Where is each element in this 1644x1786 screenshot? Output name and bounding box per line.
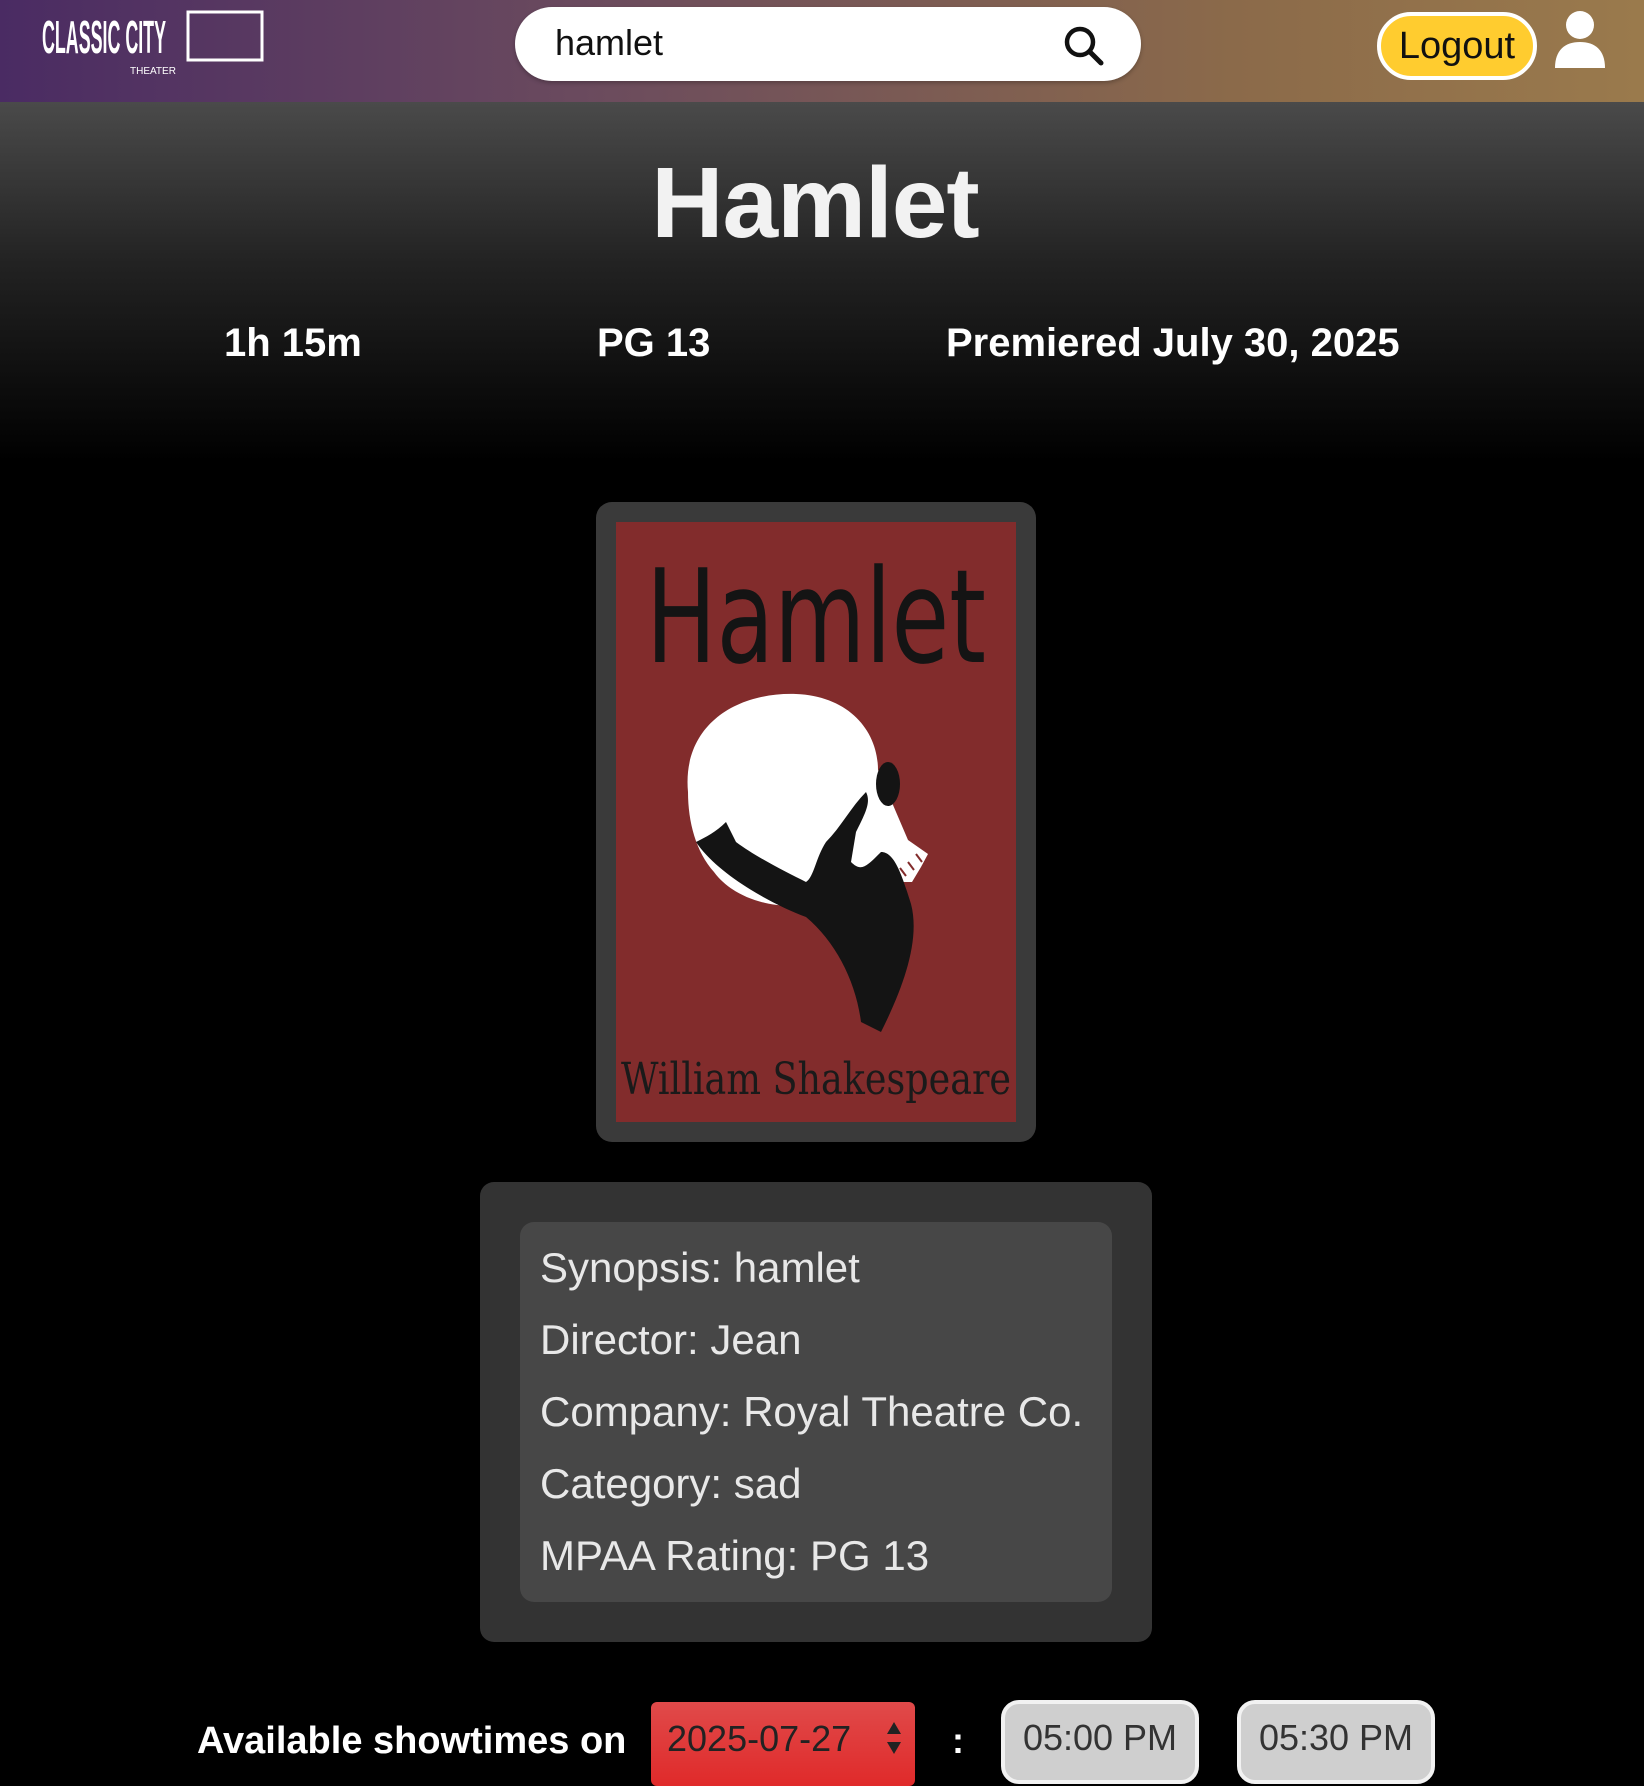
poster-author-text: William Shakespeare (621, 1054, 1011, 1105)
selected-date: 2025-07-27 (667, 1718, 852, 1759)
showtime-button[interactable]: 05:30 PM (1237, 1700, 1435, 1784)
show-poster-image: Hamlet William Shakespeare (616, 522, 1016, 1122)
user-profile-icon[interactable] (1553, 10, 1607, 70)
showtime-date-picker[interactable]: 2025-07-27 (651, 1702, 915, 1786)
show-details-panel: Synopsis: hamlet Director: Jean Company:… (480, 1182, 1152, 1642)
classic-city-logo[interactable]: CLASSIC CITY THEATER (42, 8, 272, 76)
synopsis-text: Synopsis: hamlet (540, 1244, 860, 1291)
director-text: Director: Jean (540, 1316, 802, 1363)
search-input[interactable] (555, 21, 1055, 65)
category-text: Category: sad (540, 1460, 802, 1507)
showtime-separator: : (952, 1720, 964, 1761)
show-premiere-date: Premiered July 30, 2025 (946, 321, 1400, 365)
showtimes-label: Available showtimes on (197, 1720, 627, 1762)
showtime-button[interactable]: 05:00 PM (1001, 1700, 1199, 1784)
search-icon[interactable] (1063, 25, 1105, 67)
search-bar (515, 7, 1141, 81)
poster-title-text: Hamlet (646, 541, 986, 693)
show-details-card: Synopsis: hamlet Director: Jean Company:… (520, 1222, 1112, 1602)
poster-frame: Hamlet William Shakespeare (596, 502, 1036, 1142)
show-rating: PG 13 (597, 321, 711, 365)
mpaa-rating-text: MPAA Rating: PG 13 (540, 1532, 930, 1579)
logo-theater-text: THEATER (130, 66, 176, 76)
show-title: Hamlet (651, 147, 979, 259)
logout-button[interactable]: Logout (1377, 12, 1537, 80)
logo-classic-text: CLASSIC CITY (42, 11, 166, 63)
company-text: Company: Royal Theatre Co. (540, 1388, 1084, 1435)
date-stepper-icon[interactable] (885, 1718, 903, 1758)
top-nav-bar: CLASSIC CITY THEATER Logout (0, 0, 1644, 102)
show-runtime: 1h 15m (224, 321, 362, 365)
